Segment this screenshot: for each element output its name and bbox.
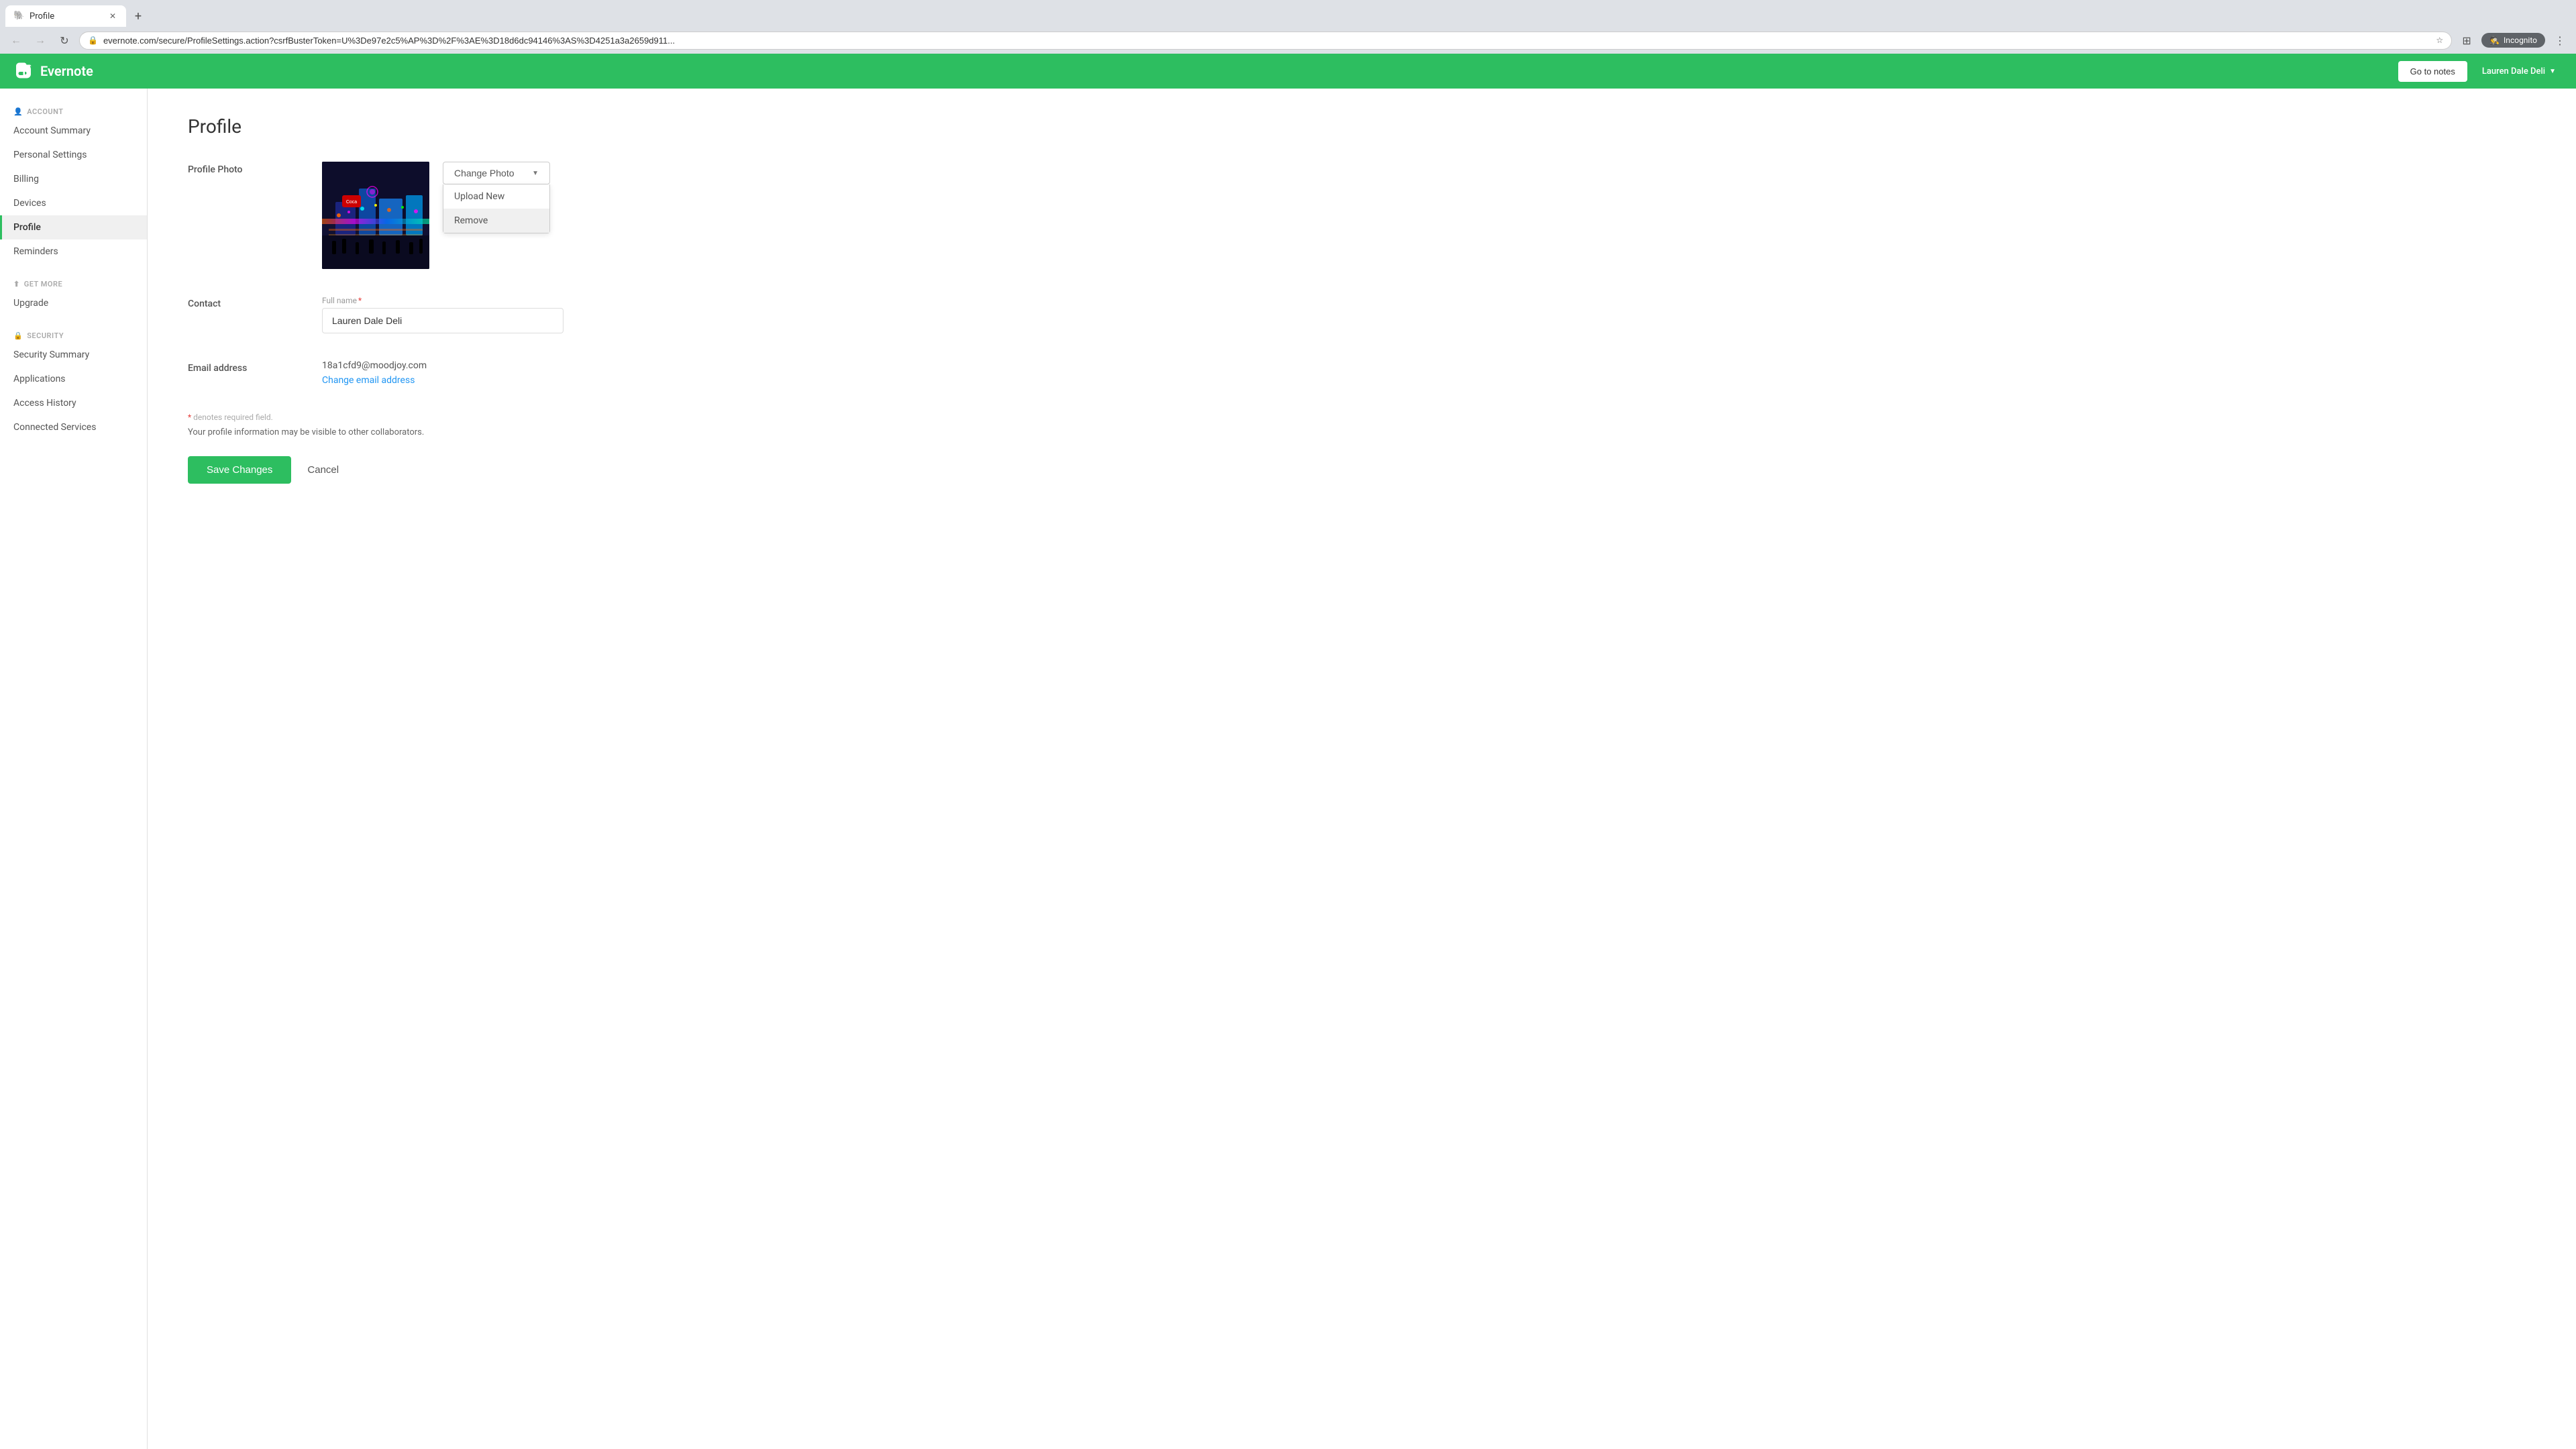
sidebar-item-account-summary[interactable]: Account Summary xyxy=(0,119,147,143)
profile-photo-wrap: Coca xyxy=(322,162,711,269)
browser-tab[interactable]: 🐘 Profile ✕ xyxy=(5,5,126,27)
change-photo-button[interactable]: Change Photo ▼ xyxy=(443,162,550,184)
incognito-label: Incognito xyxy=(2504,36,2537,45)
profile-photo-section: Profile Photo xyxy=(188,162,711,269)
required-star: * xyxy=(188,413,191,422)
incognito-button[interactable]: 🕵 Incognito xyxy=(2481,33,2545,48)
user-name: Lauren Dale Deli xyxy=(2482,66,2545,76)
extensions-icon[interactable]: ⊞ xyxy=(2457,31,2476,50)
browser-chrome: 🐘 Profile ✕ + ← → ↻ 🔒 ☆ ⊞ 🕵 Incognito ⋮ xyxy=(0,0,2576,54)
sidebar-item-reminders[interactable]: Reminders xyxy=(0,239,147,264)
page-wrapper: Evernote Go to notes Lauren Dale Deli ▼ … xyxy=(0,54,2576,1449)
account-section-label: 👤 ACCOUNT xyxy=(0,102,147,119)
evernote-logo: Evernote xyxy=(13,60,2398,82)
photo-actions-container: Change Photo ▼ Upload New Remove xyxy=(443,162,550,184)
user-menu[interactable]: Lauren Dale Deli ▼ xyxy=(2475,62,2563,80)
tab-favicon: 🐘 xyxy=(13,11,24,21)
svg-text:Coca: Coca xyxy=(346,200,357,205)
photo-scene-icon: Coca xyxy=(322,162,429,269)
address-secure-icon: 🔒 xyxy=(88,36,98,45)
main-content: 👤 ACCOUNT Account Summary Personal Setti… xyxy=(0,89,2576,1449)
account-icon: 👤 xyxy=(13,107,23,116)
evernote-logo-icon xyxy=(13,60,35,82)
tab-bar: 🐘 Profile ✕ + xyxy=(0,0,2576,27)
form-actions: Save Changes Cancel xyxy=(188,456,711,484)
security-section-label: 🔒 SECURITY xyxy=(0,326,147,343)
page-title: Profile xyxy=(188,115,711,138)
bookmark-icon[interactable]: ☆ xyxy=(2436,36,2443,45)
tab-close-icon[interactable]: ✕ xyxy=(107,11,118,21)
profile-content: Profile Profile Photo xyxy=(148,89,751,1449)
user-menu-arrow-icon: ▼ xyxy=(2549,68,2556,75)
browser-toolbar: ← → ↻ 🔒 ☆ ⊞ 🕵 Incognito ⋮ xyxy=(0,27,2576,54)
cancel-button[interactable]: Cancel xyxy=(302,456,344,484)
sidebar-item-connected-services[interactable]: Connected Services xyxy=(0,415,147,439)
full-name-required-star: * xyxy=(358,296,362,305)
full-name-field-label: Full name* xyxy=(322,296,711,305)
refresh-button[interactable]: ↻ xyxy=(55,31,74,50)
visibility-note: Your profile information may be visible … xyxy=(188,427,711,437)
required-note: * denotes required field. xyxy=(188,413,711,422)
contact-section: Contact Full name* xyxy=(188,296,711,333)
header-actions: Go to notes Lauren Dale Deli ▼ xyxy=(2398,61,2563,82)
change-photo-dropdown: Upload New Remove xyxy=(443,184,550,233)
toolbar-right: ⊞ 🕵 Incognito ⋮ xyxy=(2457,31,2569,50)
dropdown-item-remove[interactable]: Remove xyxy=(443,209,549,233)
profile-photo-field: Coca xyxy=(322,162,711,269)
back-button[interactable]: ← xyxy=(7,31,25,50)
dropdown-item-upload[interactable]: Upload New xyxy=(443,184,549,209)
menu-button[interactable]: ⋮ xyxy=(2551,31,2569,50)
go-to-notes-button[interactable]: Go to notes xyxy=(2398,61,2467,82)
security-icon: 🔒 xyxy=(13,331,23,340)
profile-photo: Coca xyxy=(322,162,429,269)
sidebar-item-security-summary[interactable]: Security Summary xyxy=(0,343,147,367)
forward-button[interactable]: → xyxy=(31,31,50,50)
email-label: Email address xyxy=(188,360,295,374)
save-changes-button[interactable]: Save Changes xyxy=(188,456,291,484)
email-value: 18a1cfd9@moodjoy.com xyxy=(322,360,711,371)
full-name-field-container: Full name* xyxy=(322,296,711,333)
sidebar-item-upgrade[interactable]: Upgrade xyxy=(0,291,147,315)
address-bar-container: 🔒 ☆ xyxy=(79,32,2452,50)
sidebar-item-applications[interactable]: Applications xyxy=(0,367,147,391)
email-section: Email address 18a1cfd9@moodjoy.com Chang… xyxy=(188,360,711,386)
email-field-container: 18a1cfd9@moodjoy.com Change email addres… xyxy=(322,360,711,386)
address-bar[interactable] xyxy=(103,36,2430,46)
get-more-section-label: ⬆ GET MORE xyxy=(0,274,147,291)
evernote-header: Evernote Go to notes Lauren Dale Deli ▼ xyxy=(0,54,2576,89)
contact-label: Contact xyxy=(188,296,295,309)
change-photo-arrow-icon: ▼ xyxy=(532,170,539,177)
sidebar-item-billing[interactable]: Billing xyxy=(0,167,147,191)
sidebar: 👤 ACCOUNT Account Summary Personal Setti… xyxy=(0,89,148,1449)
get-more-icon: ⬆ xyxy=(13,280,20,288)
sidebar-item-profile[interactable]: Profile xyxy=(0,215,147,239)
new-tab-button[interactable]: + xyxy=(129,7,148,25)
change-photo-label: Change Photo xyxy=(454,168,515,178)
tab-title: Profile xyxy=(30,11,102,21)
sidebar-item-access-history[interactable]: Access History xyxy=(0,391,147,415)
logo-text: Evernote xyxy=(40,63,93,79)
sidebar-item-devices[interactable]: Devices xyxy=(0,191,147,215)
sidebar-item-personal-settings[interactable]: Personal Settings xyxy=(0,143,147,167)
full-name-input[interactable] xyxy=(322,308,564,333)
change-email-link[interactable]: Change email address xyxy=(322,375,415,386)
profile-photo-label: Profile Photo xyxy=(188,162,295,175)
incognito-icon: 🕵 xyxy=(2489,36,2500,45)
